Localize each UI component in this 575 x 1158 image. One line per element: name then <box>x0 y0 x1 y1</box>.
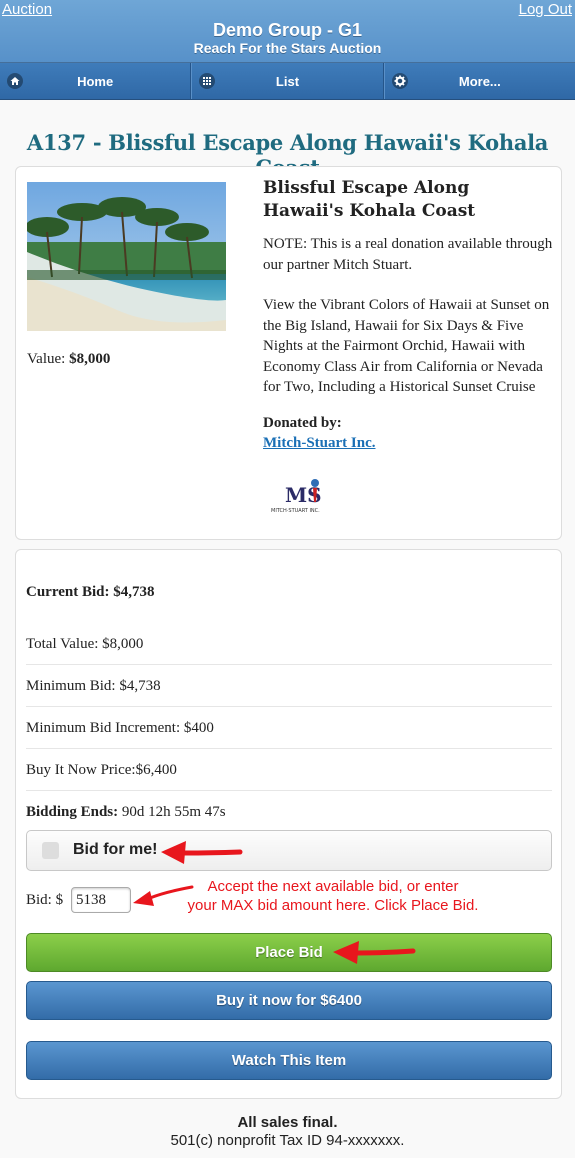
arrow-head <box>333 941 359 964</box>
footer-line-1: All sales final. <box>237 1114 338 1131</box>
footer-line-2: 501(c) nonprofit Tax ID 94-xxxxxxx. <box>170 1132 405 1149</box>
arrow-head <box>161 841 186 864</box>
arrow-head <box>133 891 154 906</box>
arrow-place-bid <box>355 948 416 956</box>
arrow-bid-input <box>148 885 194 900</box>
annotation-arrows <box>133 841 416 964</box>
footer: All sales final. 501(c) nonprofit Tax ID… <box>0 1114 575 1150</box>
arrow-bid-for-me <box>182 849 243 856</box>
